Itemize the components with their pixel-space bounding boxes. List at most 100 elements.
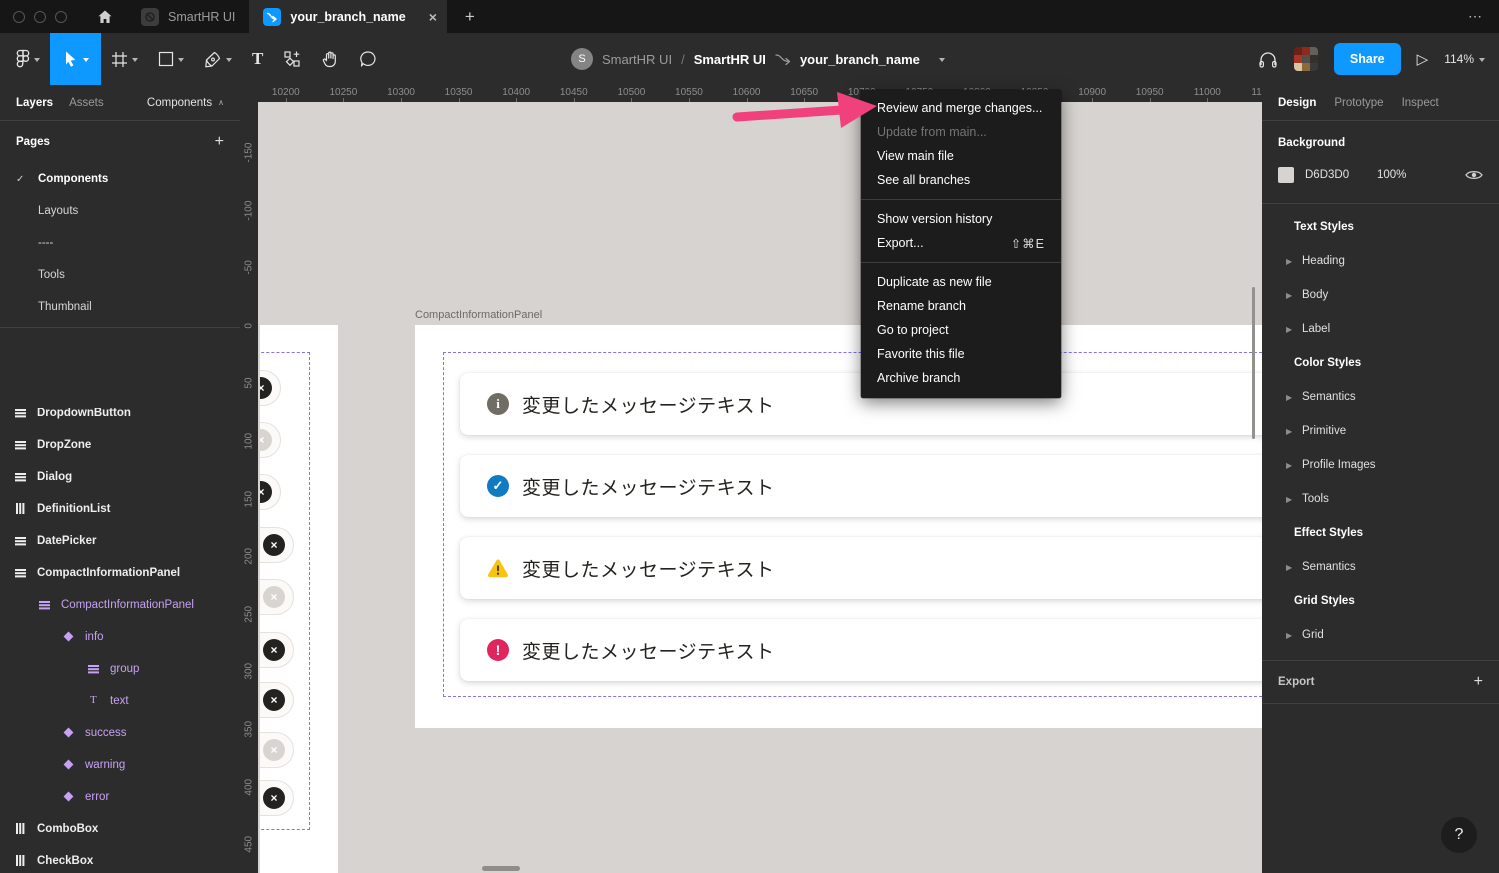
- menu-item[interactable]: Duplicate as new file: [861, 270, 1061, 294]
- disclosure-triangle-icon[interactable]: ▶: [1286, 427, 1302, 436]
- compact-information-panel-frame[interactable]: i 変更したメッセージテキスト ✓ 変更したメッセージテキスト 変更したメッセー…: [415, 325, 1262, 728]
- left-partial-frame[interactable]: × × × × ×: [260, 325, 338, 873]
- style-row[interactable]: ▶ Heading: [1262, 244, 1499, 278]
- home-button[interactable]: [83, 0, 127, 33]
- file-tab-smarthr-ui[interactable]: SmartHR UI: [127, 0, 249, 33]
- zoom-control[interactable]: 114%: [1444, 52, 1485, 66]
- disclosure-triangle-icon[interactable]: ▶: [1286, 393, 1302, 402]
- close-tab-icon[interactable]: ×: [429, 10, 437, 24]
- vertical-scrollbar[interactable]: [1252, 287, 1255, 439]
- menu-item[interactable]: [861, 262, 1061, 263]
- horizontal-scrollbar[interactable]: [482, 866, 520, 871]
- page-item[interactable]: ✓ Components: [0, 163, 240, 195]
- disclosure-triangle-icon[interactable]: ▶: [1286, 325, 1302, 334]
- pen-tool-button[interactable]: [194, 33, 242, 85]
- layer-row[interactable]: warning: [0, 749, 240, 781]
- menu-item[interactable]: Go to project: [861, 318, 1061, 342]
- layer-row[interactable]: error: [0, 781, 240, 813]
- menu-item[interactable]: Show version history: [861, 207, 1061, 231]
- style-row[interactable]: ▶ Grid Styles: [1262, 584, 1499, 618]
- hand-tool-button[interactable]: [311, 33, 349, 85]
- inspector-tab[interactable]: Design: [1278, 97, 1316, 109]
- menu-item[interactable]: Export... ⇧⌘E: [861, 231, 1061, 255]
- menu-item[interactable]: See all branches: [861, 168, 1061, 192]
- color-swatch[interactable]: [1278, 167, 1294, 183]
- background-hex-value[interactable]: D6D3D0: [1305, 169, 1377, 181]
- add-page-button[interactable]: +: [215, 133, 224, 151]
- disclosure-triangle-icon[interactable]: ▶: [1286, 461, 1302, 470]
- style-row[interactable]: ▶ Label: [1262, 312, 1499, 346]
- style-row[interactable]: ▶ Color Styles: [1262, 346, 1499, 380]
- disclosure-triangle-icon[interactable]: ▶: [1286, 631, 1302, 640]
- share-button[interactable]: Share: [1334, 43, 1401, 75]
- canvas[interactable]: 1020010250103001035010400104501050010550…: [240, 85, 1262, 873]
- menu-item[interactable]: Rename branch: [861, 294, 1061, 318]
- style-row[interactable]: ▶ Grid: [1262, 618, 1499, 652]
- menu-item[interactable]: [861, 199, 1061, 200]
- disclosure-triangle-icon[interactable]: ▶: [1286, 495, 1302, 504]
- background-color-row[interactable]: D6D3D0 100%: [1278, 167, 1483, 183]
- frame-tool-button[interactable]: [101, 33, 148, 85]
- menu-item[interactable]: Update from main...: [861, 120, 1061, 144]
- menu-item[interactable]: Review and merge changes...: [861, 96, 1061, 120]
- minimize-window-icon[interactable]: [34, 11, 46, 23]
- file-tab-branch[interactable]: your_branch_name ×: [249, 0, 447, 33]
- layer-row[interactable]: DropZone: [0, 429, 240, 461]
- breadcrumb-file[interactable]: SmartHR UI: [694, 52, 766, 67]
- breadcrumb-team[interactable]: SmartHR UI: [602, 52, 672, 67]
- audio-headphones-icon[interactable]: [1258, 50, 1278, 69]
- help-button[interactable]: ?: [1441, 817, 1477, 853]
- page-item[interactable]: ✓ Layouts: [0, 195, 240, 227]
- menu-item[interactable]: Archive branch: [861, 366, 1061, 390]
- resources-tool-button[interactable]: [273, 33, 311, 85]
- layer-row[interactable]: Dialog: [0, 461, 240, 493]
- branch-menu-chevron-icon[interactable]: [939, 58, 945, 62]
- main-menu-button[interactable]: [0, 33, 50, 85]
- style-row[interactable]: ▶ Effect Styles: [1262, 516, 1499, 550]
- style-row[interactable]: ▶ Profile Images: [1262, 448, 1499, 482]
- layer-row[interactable]: CheckBox: [0, 845, 240, 873]
- window-more-button[interactable]: ⋯: [1468, 0, 1483, 33]
- add-export-button[interactable]: +: [1474, 673, 1483, 691]
- tab-assets[interactable]: Assets: [69, 97, 104, 109]
- page-item[interactable]: ✓ Tools: [0, 259, 240, 291]
- style-row[interactable]: ▶ Primitive: [1262, 414, 1499, 448]
- frame-title-label[interactable]: CompactInformationPanel: [415, 309, 542, 321]
- layer-row[interactable]: success: [0, 717, 240, 749]
- disclosure-triangle-icon[interactable]: ▶: [1286, 291, 1302, 300]
- menu-item[interactable]: Favorite this file: [861, 342, 1061, 366]
- layer-row[interactable]: group: [0, 653, 240, 685]
- message-card[interactable]: 変更したメッセージテキスト: [460, 537, 1262, 599]
- layer-row[interactable]: info: [0, 621, 240, 653]
- layer-row[interactable]: DefinitionList: [0, 493, 240, 525]
- disclosure-triangle-icon[interactable]: ▶: [1286, 257, 1302, 266]
- menu-item[interactable]: View main file: [861, 144, 1061, 168]
- page-item[interactable]: ✓ ----: [0, 227, 240, 259]
- window-controls[interactable]: [0, 11, 83, 23]
- shape-tool-button[interactable]: [148, 33, 194, 85]
- user-avatar[interactable]: [1294, 47, 1318, 71]
- background-opacity-value[interactable]: 100%: [1377, 169, 1406, 181]
- layer-row[interactable]: ComboBox: [0, 813, 240, 845]
- move-tool-button[interactable]: [50, 33, 101, 85]
- page-item[interactable]: ✓ Thumbnail: [0, 291, 240, 323]
- disclosure-triangle-icon[interactable]: ▶: [1286, 563, 1302, 572]
- eye-visibility-icon[interactable]: [1465, 169, 1483, 181]
- new-tab-button[interactable]: +: [465, 7, 475, 27]
- breadcrumb-branch[interactable]: your_branch_name: [800, 52, 920, 67]
- maximize-window-icon[interactable]: [55, 11, 67, 23]
- layer-row[interactable]: text: [0, 685, 240, 717]
- page-dropdown[interactable]: Components ∧: [147, 97, 224, 109]
- style-row[interactable]: ▶ Body: [1262, 278, 1499, 312]
- inspector-tab[interactable]: Prototype: [1334, 97, 1383, 109]
- layer-row[interactable]: CompactInformationPanel: [0, 589, 240, 621]
- layer-row[interactable]: CompactInformationPanel: [0, 557, 240, 589]
- message-card[interactable]: ! 変更したメッセージテキスト: [460, 619, 1262, 681]
- comment-tool-button[interactable]: [349, 33, 387, 85]
- inspector-tab[interactable]: Inspect: [1402, 97, 1439, 109]
- layer-row[interactable]: DropdownButton: [0, 408, 240, 429]
- tab-layers[interactable]: Layers: [16, 97, 53, 109]
- style-row[interactable]: ▶ Tools: [1262, 482, 1499, 516]
- message-card[interactable]: ✓ 変更したメッセージテキスト: [460, 455, 1262, 517]
- style-row[interactable]: ▶ Text Styles: [1262, 210, 1499, 244]
